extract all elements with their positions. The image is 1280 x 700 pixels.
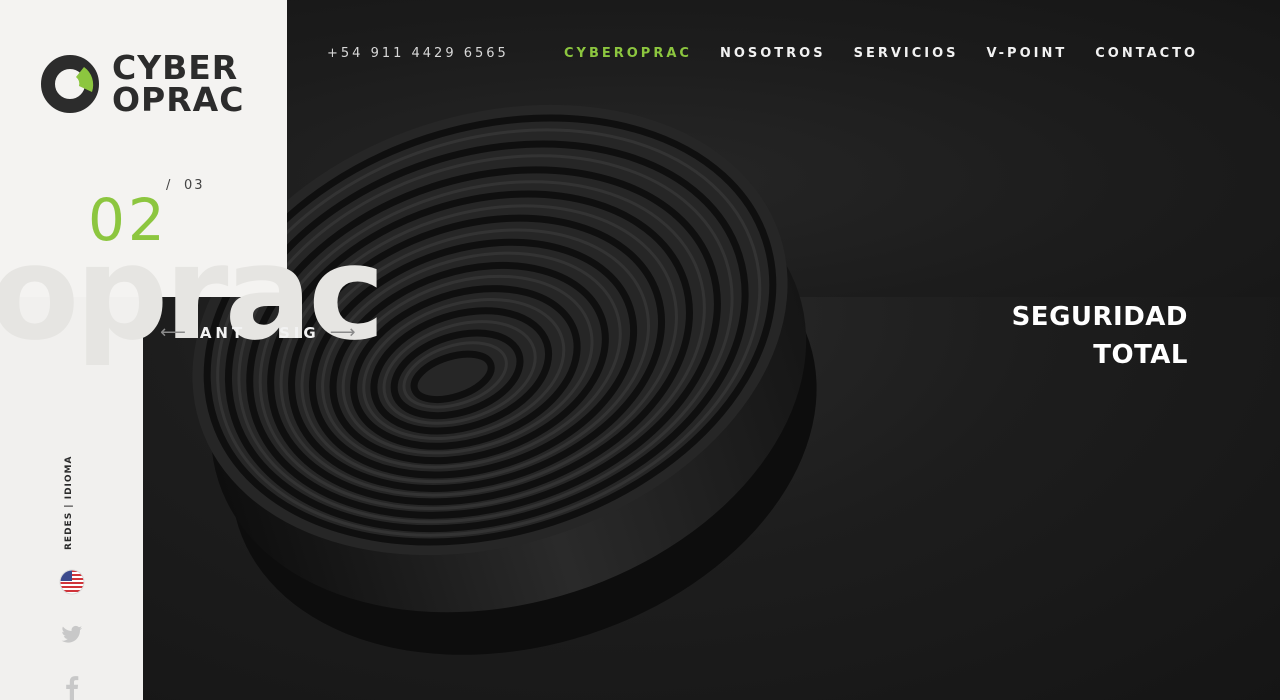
headline-line-2: TOTAL xyxy=(1093,340,1188,370)
arrow-right-icon: ⟶ xyxy=(329,322,360,343)
logo-mark-icon xyxy=(41,55,99,113)
twitter-icon[interactable] xyxy=(61,625,83,645)
logo-line-2: OPRAC xyxy=(112,80,245,119)
facebook-icon[interactable] xyxy=(65,676,79,700)
main-nav: CYBEROPRAC NOSOTROS SERVICIOS V-POINT CO… xyxy=(564,46,1198,61)
nav-item-servicios[interactable]: SERVICIOS xyxy=(854,46,959,61)
social-language-label: REDES | IDIOMA xyxy=(64,455,74,550)
header-phone[interactable]: +54 911 4429 6565 xyxy=(327,46,509,61)
slide-separator: / xyxy=(166,178,173,193)
slide-current-number: 02 xyxy=(88,186,168,254)
logo-text: CYBER OPRAC xyxy=(112,51,245,119)
brand-logo[interactable]: CYBER OPRAC xyxy=(40,51,245,119)
arrow-left-icon: ⟵ xyxy=(160,322,190,343)
prev-slide-button[interactable]: ⟵ ANT xyxy=(160,322,246,343)
slide-headline: SEGURIDAD TOTAL xyxy=(1012,298,1188,374)
nav-item-nosotros[interactable]: NOSOTROS xyxy=(720,46,826,61)
nav-item-cyberoprac[interactable]: CYBEROPRAC xyxy=(564,46,692,61)
nav-item-contacto[interactable]: CONTACTO xyxy=(1095,46,1198,61)
headline-line-1: SEGURIDAD xyxy=(1011,302,1188,332)
next-slide-button[interactable]: SIG ⟶ xyxy=(279,322,360,343)
nav-item-v-point[interactable]: V-POINT xyxy=(987,46,1068,61)
next-slide-label: SIG xyxy=(279,323,320,342)
prev-slide-label: ANT xyxy=(199,323,247,342)
slide-total-number: 03 xyxy=(184,178,205,193)
us-flag-icon[interactable] xyxy=(59,569,85,595)
